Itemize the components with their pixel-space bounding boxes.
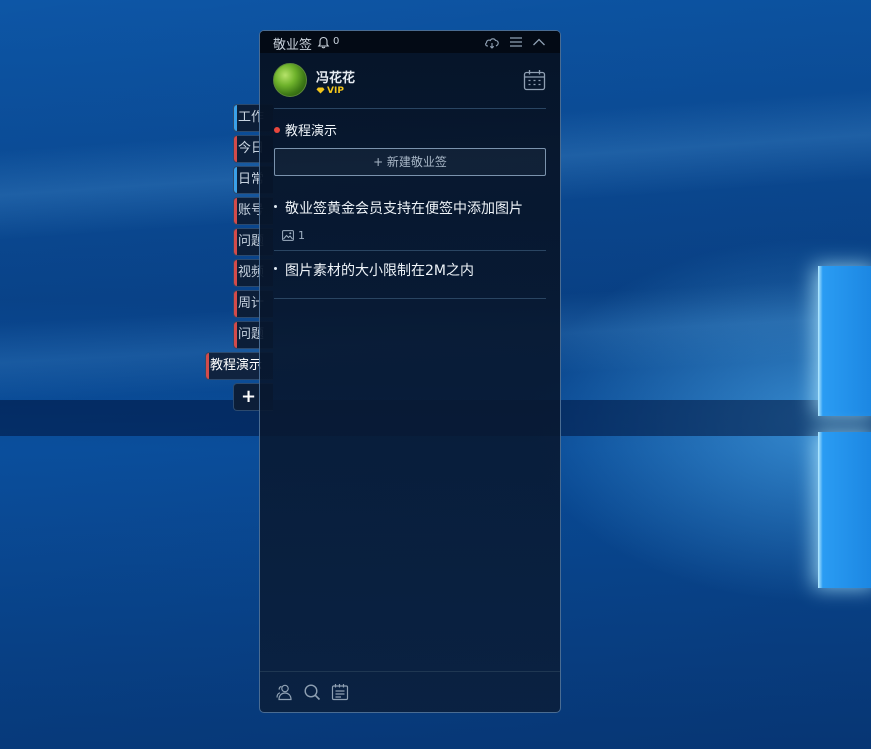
tab-color-stripe — [206, 353, 209, 379]
calendar-icon[interactable] — [523, 69, 546, 91]
image-count: 1 — [298, 229, 305, 242]
add-category-label: + — [241, 386, 257, 407]
tab-color-stripe — [234, 136, 237, 162]
cloud-icon[interactable] — [484, 35, 500, 49]
category-title: 教程演示 — [285, 124, 338, 139]
notification-count: 0 — [333, 36, 340, 47]
divider — [274, 298, 546, 299]
note-bullet — [274, 205, 277, 208]
tab-label: 教程演示 — [210, 358, 263, 373]
windows-logo-pane — [818, 432, 871, 588]
current-category: 教程演示 — [274, 120, 337, 139]
vip-label: VIP — [327, 86, 344, 96]
image-icon — [282, 230, 294, 241]
tab-color-stripe — [234, 291, 237, 317]
contacts-icon[interactable] — [275, 683, 293, 701]
notes-list-icon[interactable] — [331, 683, 349, 701]
new-note-button[interactable]: + 新建敬业签 — [274, 148, 546, 176]
tab-color-stripe — [234, 322, 237, 348]
divider — [274, 108, 546, 109]
tab-color-stripe — [234, 105, 237, 131]
app-title: 敬业签 — [273, 38, 313, 53]
notes-panel: 敬业签 0 冯花花 VIP 教程演示 + 新建敬业签 敬业签黄金会员支持在便签中… — [259, 30, 561, 713]
menu-icon[interactable] — [508, 35, 524, 49]
note-text: 敬业签黄金会员支持在便签中添加图片 — [285, 201, 523, 217]
note-attachment: 1 — [282, 229, 305, 242]
tab-color-stripe — [234, 260, 237, 286]
title-bar[interactable]: 敬业签 0 — [260, 31, 560, 53]
category-color-dot — [274, 127, 280, 133]
vip-badge: VIP — [316, 86, 344, 96]
tab-color-stripe — [234, 167, 237, 193]
note-item[interactable]: 图片素材的大小限制在2M之内 — [274, 263, 546, 297]
note-item[interactable]: 敬业签黄金会员支持在便签中添加图片 1 — [274, 201, 546, 249]
diamond-icon — [316, 87, 325, 94]
avatar[interactable] — [273, 63, 307, 97]
divider — [274, 250, 546, 251]
note-bullet — [274, 267, 277, 270]
windows-logo-pane — [818, 266, 871, 416]
tab-color-stripe — [234, 229, 237, 255]
tab-color-stripe — [234, 198, 237, 224]
footer-divider — [260, 671, 560, 672]
bell-icon[interactable] — [317, 36, 330, 49]
note-text: 图片素材的大小限制在2M之内 — [285, 263, 474, 279]
collapse-icon[interactable] — [531, 35, 547, 49]
user-name: 冯花花 — [316, 71, 356, 86]
search-icon[interactable] — [303, 683, 321, 701]
